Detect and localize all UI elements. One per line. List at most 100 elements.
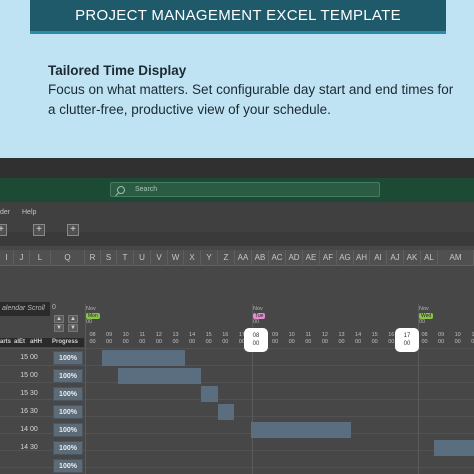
hour-label: 15 00 (367, 332, 382, 346)
task-progress[interactable]: 100% (53, 459, 83, 473)
task-progress[interactable]: 100% (53, 351, 83, 365)
gantt-bar[interactable] (201, 386, 218, 402)
hour-value: 08 (89, 332, 96, 338)
column-header[interactable]: Y (201, 250, 218, 266)
column-header[interactable]: AD (286, 250, 303, 266)
hour-label: 15 00 (201, 332, 216, 346)
day-header: Nov Wed 00 (419, 306, 434, 325)
task-progress[interactable]: 100% (53, 423, 83, 437)
minute-value: 00 (321, 339, 328, 345)
excel-ribbon-bar: Search (0, 178, 474, 202)
table-column-header: alEt (14, 339, 26, 345)
task-time: 15 00 (20, 372, 38, 379)
scroll-up-icon[interactable]: ▲ (54, 315, 64, 323)
hour-label: 0800 (85, 332, 100, 346)
column-header[interactable]: V (151, 250, 168, 266)
hour-value: 09 (106, 332, 113, 338)
task-progress[interactable]: 100% (53, 405, 83, 419)
gantt-bar[interactable] (101, 350, 185, 366)
column-header[interactable]: AJ (387, 250, 404, 266)
menu-bar: der Help + + + (0, 202, 474, 236)
table-column-header: arts (0, 339, 12, 345)
column-header[interactable]: AE (303, 250, 320, 266)
column-header[interactable]: AC (269, 250, 286, 266)
gantt-bar[interactable] (217, 404, 235, 420)
highlighted-hour[interactable]: 08 00 (244, 328, 268, 352)
scroll-down-icon[interactable]: ▼ (54, 324, 64, 332)
task-progress[interactable]: 100% (53, 369, 83, 383)
menu-item-help[interactable]: Help (22, 209, 36, 216)
search-box[interactable]: Search (110, 182, 380, 197)
column-header[interactable]: AM (438, 250, 474, 266)
task-table-header: arts alEt aHH Progress (0, 338, 84, 347)
hour-label: 13 00 (168, 332, 183, 346)
highlighted-hour-value: 08 (252, 333, 260, 339)
highlighted-hour[interactable]: 17 00 (395, 328, 419, 352)
hour-value: 14 (189, 332, 196, 338)
add-button[interactable]: + (33, 224, 45, 236)
hour-value: 14 (355, 332, 362, 338)
hour-label: 14 00 (185, 332, 200, 346)
gantt-bar[interactable] (118, 368, 202, 384)
menu-item-der[interactable]: der (0, 209, 10, 216)
minute-value: 00 (338, 339, 345, 345)
minute-value: 00 (139, 339, 146, 345)
minute-value: 00 (155, 339, 162, 345)
column-header[interactable]: W (168, 250, 184, 266)
column-header[interactable]: AI (370, 250, 387, 266)
feature-heading: Tailored Time Display (48, 63, 187, 78)
table-column-header: Progress (52, 339, 79, 345)
minute-value: 00 (172, 339, 179, 345)
column-header[interactable]: AL (421, 250, 438, 266)
minute-value: 00 (371, 339, 378, 345)
task-time: 15 00 (20, 354, 38, 361)
search-placeholder: Search (135, 186, 158, 193)
column-header[interactable]: T (117, 250, 134, 266)
feature-description: Focus on what matters. Set configurable … (48, 82, 454, 117)
column-header[interactable]: S (101, 250, 117, 266)
task-time: 15 30 (20, 390, 38, 397)
column-header[interactable]: Z (218, 250, 235, 266)
add-button[interactable]: + (67, 224, 79, 236)
column-header[interactable]: AH (354, 250, 370, 266)
task-progress[interactable]: 100% (53, 387, 83, 401)
minute-value: 00 (305, 339, 312, 345)
hour-value: 11 (139, 332, 146, 338)
column-header[interactable]: AK (404, 250, 421, 266)
column-header[interactable]: AG (337, 250, 354, 266)
hour-value: 09 (438, 332, 445, 338)
column-header[interactable]: I (0, 250, 14, 266)
minute-value: 00 (288, 339, 295, 345)
hour-value: 09 (272, 332, 279, 338)
hour-label: 0800 (417, 332, 432, 346)
minute-value: 00 (438, 339, 445, 345)
column-header[interactable]: L (30, 250, 51, 266)
column-header[interactable]: Q (51, 250, 85, 266)
column-header[interactable]: J (14, 250, 30, 266)
add-button[interactable]: + (0, 224, 7, 236)
minute-value: 00 (355, 339, 362, 345)
column-header[interactable]: AF (320, 250, 337, 266)
hour-label: 10 00 (284, 332, 299, 346)
column-header[interactable]: R (85, 250, 101, 266)
task-time: 14 30 (20, 444, 38, 451)
column-header[interactable]: U (134, 250, 151, 266)
minute-value: 00 (272, 339, 279, 345)
column-header[interactable]: X (184, 250, 201, 266)
column-header[interactable]: AA (235, 250, 252, 266)
scroll-down-icon[interactable]: ▼ (68, 324, 78, 332)
hour-label: 12 00 (151, 332, 166, 346)
column-header[interactable]: AB (252, 250, 269, 266)
gantt-bar[interactable] (433, 440, 474, 456)
task-progress[interactable]: 100% (53, 441, 83, 455)
date-label: 00 (86, 319, 93, 325)
banner: PROJECT MANAGEMENT EXCEL TEMPLATE (30, 0, 446, 34)
day-header: Nov Tue 00 (253, 306, 266, 325)
month-label: Nov (419, 306, 429, 312)
scroll-up-icon[interactable]: ▲ (68, 315, 78, 323)
task-time: 16 30 (20, 408, 38, 415)
gantt-bar[interactable] (251, 422, 351, 438)
hour-value: 16 (222, 332, 229, 338)
day-separator (85, 304, 86, 474)
hour-value: 13 (338, 332, 345, 338)
